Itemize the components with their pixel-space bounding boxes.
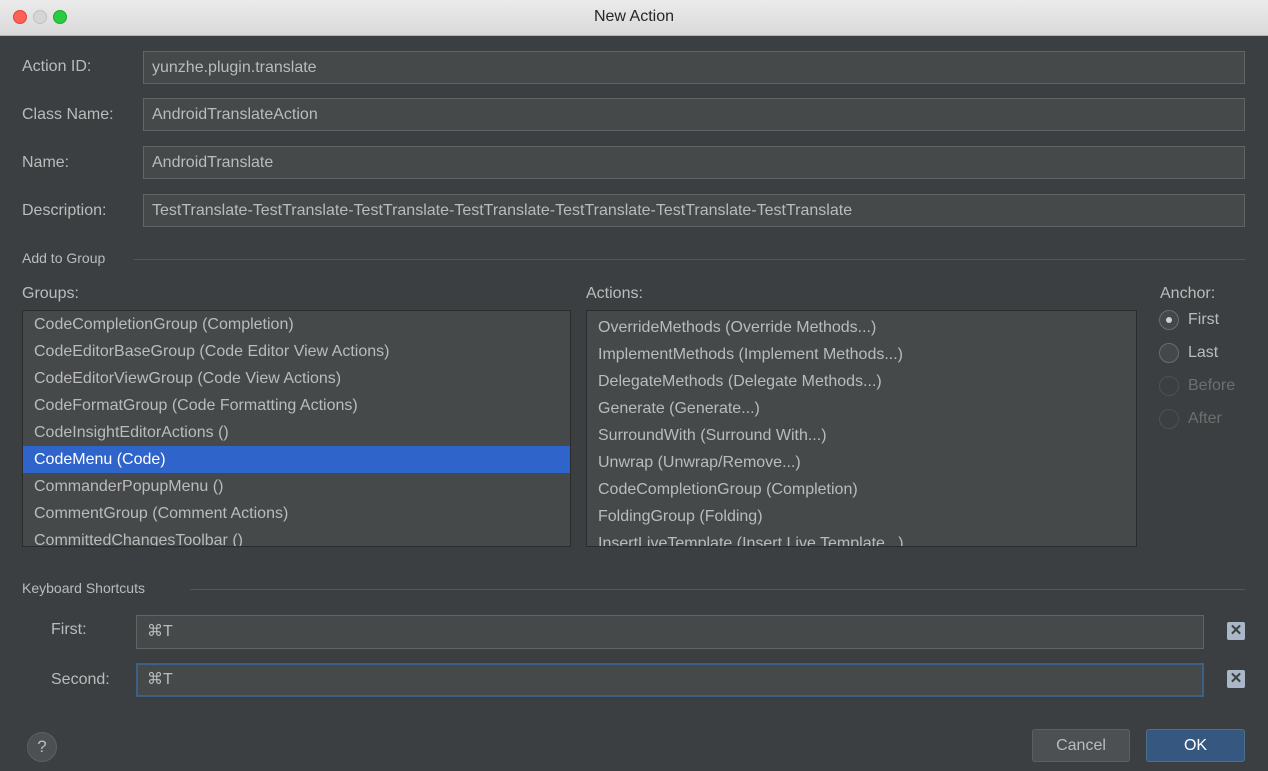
add-to-group-separator [134, 259, 1245, 260]
action-id-label: Action ID: [22, 58, 92, 75]
action-item[interactable]: CodeCompletionGroup (Completion) [587, 476, 1136, 503]
anchor-last-label: Last [1188, 344, 1219, 361]
anchor-after-radio [1159, 409, 1179, 429]
name-label: Name: [22, 154, 70, 171]
clear-first-shortcut-icon[interactable]: ✕ [1227, 622, 1245, 640]
clear-second-shortcut-icon[interactable]: ✕ [1227, 670, 1245, 688]
help-button[interactable]: ? [27, 732, 57, 762]
class-name-label: Class Name: [22, 106, 114, 123]
anchor-label: Anchor: [1160, 285, 1216, 302]
anchor-before-radio [1159, 376, 1179, 396]
action-item[interactable]: Unwrap (Unwrap/Remove...) [587, 449, 1136, 476]
anchor-before-label: Before [1188, 377, 1236, 394]
actions-list[interactable]: OverrideMethods (Override Methods...) Im… [586, 310, 1137, 547]
keyboard-shortcuts-separator [190, 589, 1245, 590]
anchor-last-radio[interactable] [1159, 343, 1179, 363]
anchor-first-option[interactable]: First [1159, 308, 1219, 332]
class-name-input[interactable]: AndroidTranslateAction [143, 98, 1245, 131]
action-item[interactable]: InsertLiveTemplate (Insert Live Template… [587, 530, 1136, 546]
actions-label: Actions: [586, 285, 643, 302]
name-input[interactable]: AndroidTranslate [143, 146, 1245, 179]
action-item[interactable]: FoldingGroup (Folding) [587, 503, 1136, 530]
anchor-before-option: Before [1159, 374, 1235, 398]
anchor-first-radio[interactable] [1159, 310, 1179, 330]
second-shortcut-input[interactable]: ⌘T [136, 663, 1204, 697]
second-shortcut-label: Second: [51, 671, 110, 688]
group-item[interactable]: CodeEditorBaseGroup (Code Editor View Ac… [23, 338, 570, 365]
action-item[interactable]: DelegateMethods (Delegate Methods...) [587, 368, 1136, 395]
action-item[interactable]: SurroundWith (Surround With...) [587, 422, 1136, 449]
keyboard-shortcuts-title: Keyboard Shortcuts [22, 580, 145, 596]
action-item[interactable]: ImplementMethods (Implement Methods...) [587, 341, 1136, 368]
anchor-after-option: After [1159, 407, 1222, 431]
group-item[interactable]: CodeFormatGroup (Code Formatting Actions… [23, 392, 570, 419]
title-bar: New Action [0, 0, 1268, 36]
action-item[interactable]: OverrideMethods (Override Methods...) [587, 314, 1136, 341]
window-title: New Action [593, 8, 675, 25]
anchor-first-label: First [1188, 311, 1220, 328]
description-input[interactable]: TestTranslate-TestTranslate-TestTranslat… [143, 194, 1245, 227]
add-to-group-title: Add to Group [22, 250, 106, 266]
description-label: Description: [22, 202, 107, 219]
group-item-selected[interactable]: CodeMenu (Code) [23, 446, 570, 473]
first-shortcut-input[interactable]: ⌘T [136, 615, 1204, 649]
first-shortcut-label: First: [51, 621, 87, 638]
action-item[interactable]: Generate (Generate...) [587, 395, 1136, 422]
group-item[interactable]: CodeEditorViewGroup (Code View Actions) [23, 365, 570, 392]
anchor-after-label: After [1188, 410, 1222, 427]
group-item[interactable]: CommentGroup (Comment Actions) [23, 500, 570, 527]
cancel-button[interactable]: Cancel [1032, 729, 1130, 762]
group-item[interactable]: CodeCompletionGroup (Completion) [23, 311, 570, 338]
ok-button[interactable]: OK [1146, 729, 1245, 762]
action-id-input[interactable]: yunzhe.plugin.translate [143, 51, 1245, 84]
anchor-last-option[interactable]: Last [1159, 341, 1218, 365]
group-item[interactable]: CommanderPopupMenu () [23, 473, 570, 500]
groups-label: Groups: [22, 285, 79, 302]
group-item[interactable]: CommittedChangesToolbar () [23, 527, 570, 546]
groups-list[interactable]: CodeCompletionGroup (Completion) CodeEdi… [22, 310, 571, 547]
group-item[interactable]: CodeInsightEditorActions () [23, 419, 570, 446]
